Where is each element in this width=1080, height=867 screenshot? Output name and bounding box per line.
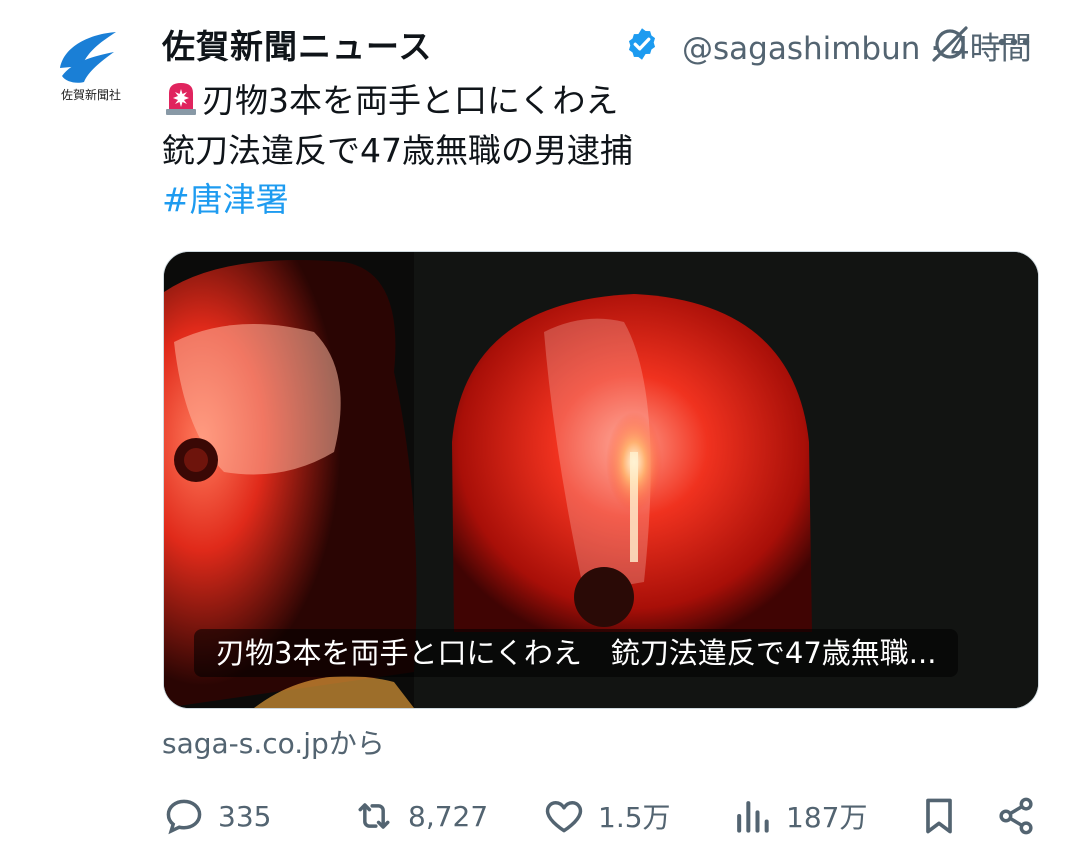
reply-button[interactable]: 335 — [162, 788, 271, 844]
handle-and-time[interactable]: @sagashimbun · 4時間 — [682, 23, 1032, 68]
verified-badge-icon — [628, 28, 656, 60]
tweet-header: 佐賀新聞ニュース @sagashimbun · 4時間 — [162, 18, 1062, 68]
views-count: 187万 — [786, 801, 868, 834]
tweet-text-line-1: 刃物3本を両手と口にくわえ — [162, 74, 618, 122]
views-chart-icon — [737, 801, 769, 833]
card-title: 刃物3本を両手と口にくわえ 銃刀法違反で47歳無職... — [194, 629, 959, 677]
views-button[interactable]: 187万 — [730, 788, 867, 844]
reply-count: 335 — [218, 799, 272, 833]
heart-icon — [545, 801, 583, 833]
like-button[interactable]: 1.5万 — [542, 788, 671, 844]
like-count: 1.5万 — [598, 801, 671, 834]
bookmark-button[interactable] — [917, 788, 973, 844]
action-bar: 335 8,727 1.5万 187万 — [162, 788, 1042, 844]
avatar-label: 佐賀新聞社 — [60, 88, 121, 102]
tweet-text: 刃物3本を両手と口にくわえ — [202, 81, 619, 120]
police-siren-icon — [166, 83, 196, 115]
handle[interactable]: @sagashimbun — [682, 31, 920, 67]
reply-icon — [166, 799, 202, 835]
grok-icon[interactable] — [926, 20, 974, 68]
more-options-icon[interactable] — [992, 22, 1036, 62]
share-icon — [999, 797, 1033, 835]
bookmark-icon — [926, 798, 952, 834]
share-button[interactable] — [994, 788, 1050, 844]
repost-count: 8,727 — [408, 799, 489, 833]
display-name[interactable]: 佐賀新聞ニュース — [162, 20, 432, 68]
repost-button[interactable]: 8,727 — [352, 788, 488, 844]
link-card[interactable]: 刃物3本を両手と口にくわえ 銃刀法違反で47歳無職... — [163, 251, 1039, 709]
hashtag-link[interactable]: #唐津署 — [162, 173, 289, 221]
repost-icon — [358, 803, 390, 829]
avatar[interactable]: 佐賀新聞社 — [42, 16, 140, 114]
link-source[interactable]: saga-s.co.jpから — [162, 722, 385, 762]
tweet-text-line-2: 銃刀法違反で47歳無職の男逮捕 — [162, 131, 633, 170]
